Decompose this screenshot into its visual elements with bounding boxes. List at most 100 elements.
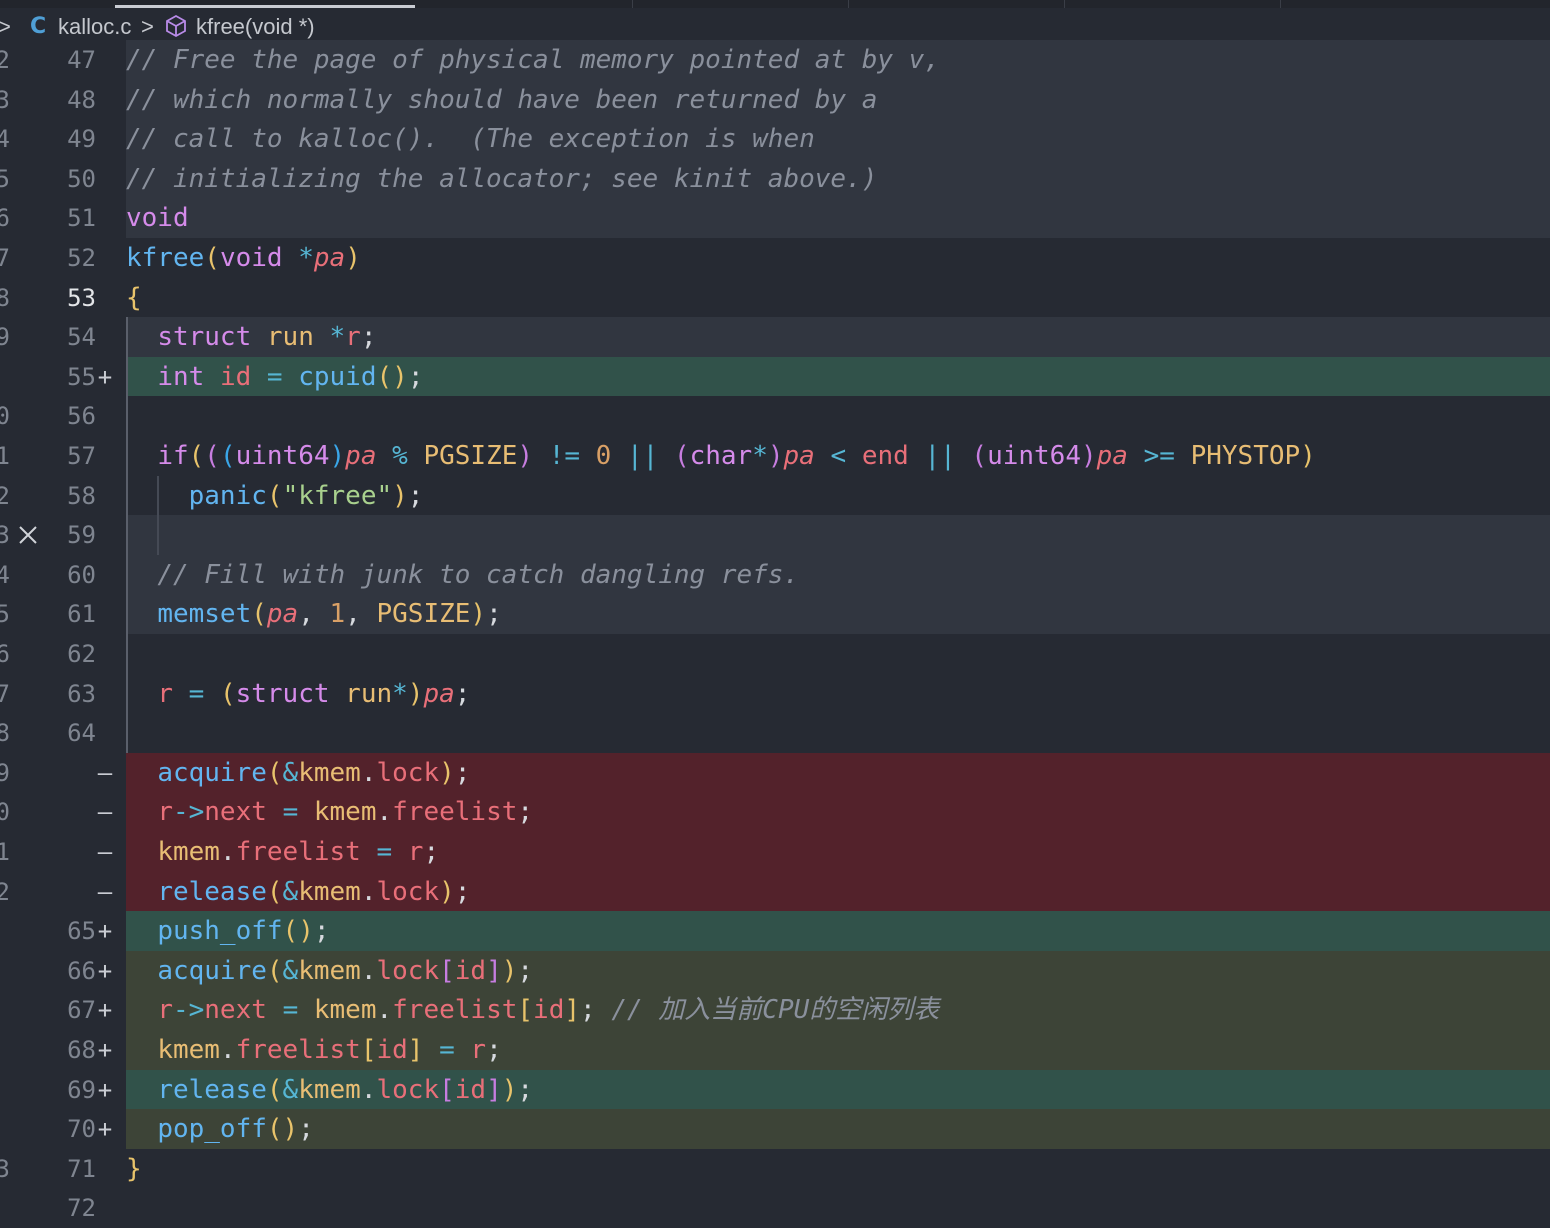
code-line[interactable]: 70 + pop_off(); [0,1109,1550,1150]
original-line-number: 2 [0,481,10,510]
line-number: 50 [67,164,96,193]
code-line[interactable]: 2 47 // Free the page of physical memory p… [0,40,1550,80]
added-line-marker: + [97,996,113,1025]
code-line[interactable]: 66 + acquire(&kmem.lock[id]); [0,950,1550,991]
code-line[interactable]: 9 54 struct run *r; [0,317,1550,358]
code-text[interactable]: acquire(&kmem.lock[id]); [126,956,533,986]
code-text[interactable]: // Fill with junk to catch dangling refs… [126,560,799,590]
code-line[interactable]: 7 52 kfree(void *pa) [0,238,1550,278]
code-line[interactable]: 4 49 // call to kalloc(). (The exception i… [0,119,1550,160]
original-line-number [0,995,10,1025]
line-highlight [126,1188,1550,1228]
code-text[interactable]: void [126,203,189,233]
code-line[interactable]: 6 62 [0,634,1550,674]
c-file-icon: C [30,14,47,39]
diff-block-border [126,317,128,753]
code-text[interactable]: pop_off(); [126,1114,314,1144]
original-line-number: 5 [0,600,10,629]
line-number: 62 [67,640,96,668]
code-text[interactable]: r->next = kmem.freelist; [126,797,533,827]
code-line[interactable]: 1 57 if(((uint64)pa % PGSIZE) != 0 || (ch… [0,436,1550,476]
line-number: 54 [67,323,96,352]
breadcrumb-file[interactable]: kalloc.c [58,14,131,40]
code-line[interactable]: 0 — r->next = kmem.freelist; [0,792,1550,833]
line-number: 60 [67,560,96,589]
diff-editor[interactable]: 2 47// Free the page of physical memory p… [0,40,1550,1228]
code-text[interactable]: // call to kalloc(). (The exception is w… [126,124,815,154]
code-line[interactable]: 7 63 r = (struct run*)pa; [0,673,1550,714]
code-line[interactable]: 3 59 [0,515,1550,556]
code-line[interactable]: 6 51 void [0,198,1550,239]
line-number: 72 [67,1194,96,1223]
added-line-marker: + [97,1115,113,1144]
line-number: 48 [67,85,96,114]
original-line-number: 9 [0,323,10,352]
code-line[interactable]: 9 — acquire(&kmem.lock); [0,752,1550,793]
code-line[interactable]: 2 58 panic("kfree"); [0,475,1550,516]
code-line[interactable]: 67 + r->next = kmem.freelist[id]; // 加入当前… [0,990,1550,1031]
code-line[interactable]: 72 [0,1188,1550,1228]
code-text[interactable]: kmem.freelist[id] = r; [126,1035,501,1065]
code-line[interactable]: 65 + push_off(); [0,911,1550,952]
code-line[interactable]: 1 — kmem.freelist = r; [0,832,1550,872]
code-line[interactable]: 3 48 // which normally should have been re… [0,79,1550,120]
original-line-number: 0 [0,402,10,431]
code-text[interactable]: push_off(); [126,916,329,946]
removed-line-marker: — [97,798,113,827]
code-line[interactable]: 2 — release(&kmem.lock); [0,871,1550,912]
tab-divider [1280,0,1281,8]
code-line[interactable]: 55 + int id = cpuid(); [0,356,1550,397]
line-number: 63 [67,679,96,708]
removed-line-marker: — [97,838,113,866]
code-line[interactable]: 69 + release(&kmem.lock[id]); [0,1069,1550,1110]
code-text[interactable]: r->next = kmem.freelist[id]; // 加入当前CPU的… [126,995,939,1025]
original-line-number [0,1035,10,1065]
code-text[interactable]: r = (struct run*)pa; [126,679,470,709]
code-text[interactable]: kfree(void *pa) [126,243,361,273]
code-text[interactable]: if(((uint64)pa % PGSIZE) != 0 || (char*)… [126,441,1316,471]
added-line-marker: + [97,1036,113,1064]
code-text[interactable]: kmem.freelist = r; [126,837,439,867]
line-number: 58 [67,481,96,510]
chevron-right-icon: > [141,14,154,39]
code-line[interactable]: 0 56 [0,396,1550,437]
code-text[interactable]: // Free the page of physical memory poin… [126,45,940,75]
original-line-number: 3 [0,521,10,550]
original-line-number: 8 [0,719,10,748]
code-text[interactable]: // which normally should have been retur… [126,85,877,115]
code-text[interactable]: memset(pa, 1, PGSIZE); [126,599,501,629]
code-text[interactable]: release(&kmem.lock[id]); [126,1075,533,1105]
breadcrumb-symbol[interactable]: kfree(void *) [196,14,315,40]
original-line-number: 2 [0,877,10,906]
original-line-number: 8 [0,283,10,312]
line-number: 59 [67,521,96,550]
line-highlight [126,277,1550,318]
code-text[interactable]: int id = cpuid(); [126,362,423,392]
line-highlight [126,1109,1550,1150]
code-line[interactable]: 3 71} [0,1148,1550,1189]
line-number: 66 [67,956,96,985]
chevron-right-icon[interactable]: > [0,14,11,40]
code-line[interactable]: 5 61 memset(pa, 1, PGSIZE); [0,594,1550,635]
close-icon[interactable] [16,523,40,547]
code-text[interactable]: // initializing the allocator; see kinit… [126,164,877,194]
code-text[interactable]: release(&kmem.lock); [126,877,470,907]
code-line[interactable]: 8 53 { [0,277,1550,318]
code-text[interactable]: acquire(&kmem.lock); [126,758,470,788]
code-text[interactable]: struct run *r; [126,322,376,352]
code-line[interactable]: 68 + kmem.freelist[id] = r; [0,1030,1550,1070]
line-number: 65 [67,917,96,946]
tab-divider [632,0,633,8]
original-line-number [0,916,10,946]
code-text[interactable]: panic("kfree"); [126,481,424,511]
code-line[interactable]: 8 64 [0,713,1550,754]
original-line-number: 0 [0,798,10,827]
tab-divider [1064,0,1065,8]
original-line-number [0,362,10,392]
code-line[interactable]: 4 60 // Fill with junk to catch dangling … [0,554,1550,595]
added-line-marker: + [97,917,113,946]
tab-strip [0,0,1550,8]
code-line[interactable]: 5 50 // initializing the allocator; see ki… [0,158,1550,199]
code-text[interactable]: } [126,1154,142,1184]
code-text[interactable]: { [126,283,142,313]
